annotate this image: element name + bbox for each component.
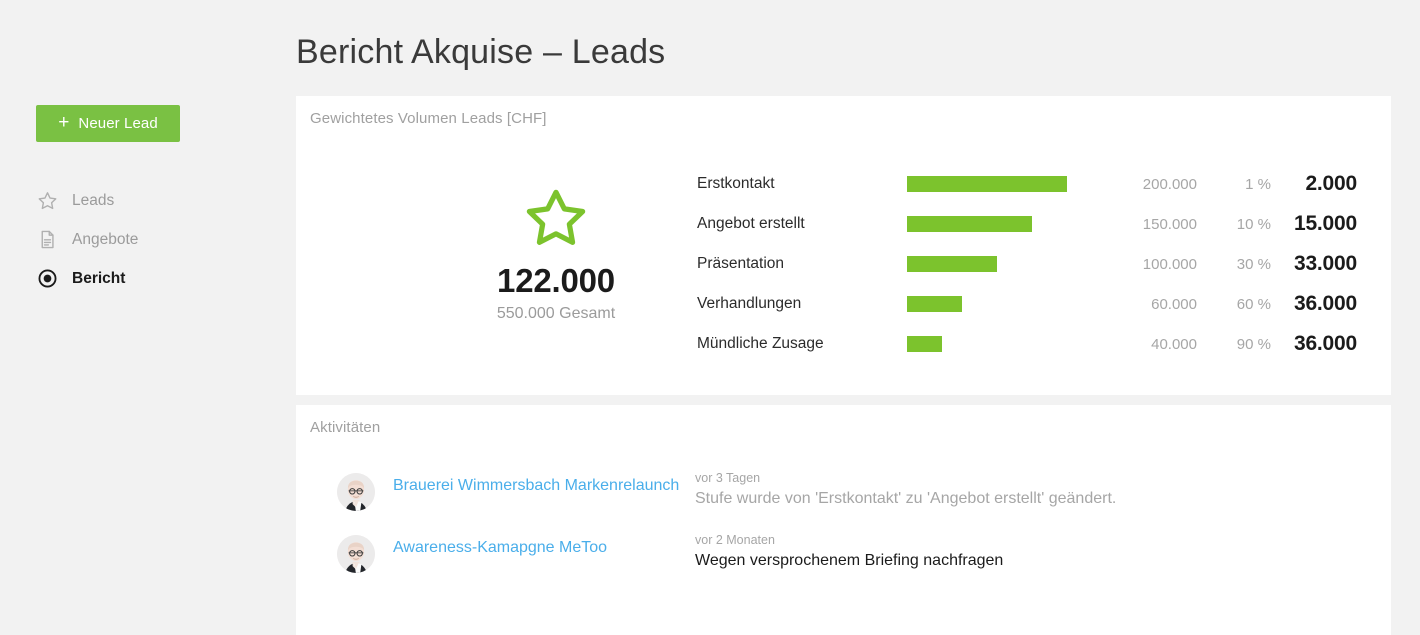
activity-row: Awareness-Kamapgne MeToo vor 2 Monaten Weg… [337,530,1377,592]
funnel-weighted-value: 15.000 [1293,212,1357,235]
funnel-bar [907,336,942,352]
star-icon [36,190,58,212]
funnel-volume-value: 150.000 [1142,215,1197,233]
kpi-total: 550.000 Gesamt [496,305,616,322]
new-lead-button[interactable]: + Neuer Lead [36,105,180,142]
new-lead-button-label: Neuer Lead [78,115,158,132]
funnel-stage-label: Erstkontakt [697,175,775,192]
funnel-weighted-value: 36.000 [1293,292,1357,315]
funnel-row: Mündliche Zusage 40.000 90 % 36.000 [697,324,1357,364]
sidebar: + Neuer Lead Leads Angebote Bericht [0,0,296,600]
activity-text: Wegen versprochenem Briefing nachfragen [695,552,1004,569]
activity-detail: vor 3 Tagen Stufe wurde von 'Erstkontakt'… [695,468,1377,510]
sidebar-item-label: Leads [72,191,115,209]
plus-icon: + [58,112,70,133]
funnel-weighted-value: 36.000 [1293,332,1357,355]
funnel-row: Verhandlungen 60.000 60 % 36.000 [697,284,1357,324]
funnel-percent-value: 10 % [1236,215,1271,233]
activity-detail: vor 2 Monaten Wegen versprochenem Briefin… [695,530,1377,572]
activity-timestamp: vor 3 Tagen [695,471,761,485]
star-outline-icon [406,186,706,248]
funnel-percent-value: 30 % [1236,255,1271,273]
funnel-row: Erstkontakt 200.000 1 % 2.000 [697,164,1357,204]
sidebar-item-leads[interactable]: Leads [36,181,266,220]
activity-row: Brauerei Wimmersbach Markenrelaunch vor 3… [337,468,1377,530]
activity-list: Brauerei Wimmersbach Markenrelaunch vor 3… [337,468,1377,592]
funnel-percent-value: 90 % [1236,335,1271,353]
funnel-volume-value: 100.000 [1142,255,1197,273]
funnel-volume-value: 200.000 [1142,175,1197,193]
activity-text: Stufe wurde von 'Erstkontakt' zu 'Angebo… [695,490,1117,507]
funnel-percent-value: 1 % [1245,175,1271,193]
funnel-chart: Erstkontakt 200.000 1 % 2.000 Angebot erstel… [697,164,1357,364]
sidebar-item-label: Bericht [72,269,126,287]
funnel-row: Präsentation 100.000 30 % 33.000 [697,244,1357,284]
funnel-bar-track [907,256,1092,272]
funnel-weighted-value: 2.000 [1305,172,1357,195]
sidebar-item-bericht[interactable]: Bericht [36,259,266,298]
kpi-card-title: Gewichtetes Volumen Leads [CHF] [310,110,547,127]
sidebar-nav: Leads Angebote Bericht [36,181,266,298]
funnel-bar-track [907,296,1092,312]
funnel-bar [907,216,1032,232]
funnel-stage-label: Präsentation [697,255,785,272]
funnel-stage-label: Angebot erstellt [697,215,805,232]
kpi-card: Gewichtetes Volumen Leads [CHF] 122.000 … [296,96,1391,395]
kpi-summary: 122.000 550.000 Gesamt [406,186,706,323]
activities-card: Aktivitäten Brauerei Wimmersbach Markenr… [296,405,1391,635]
funnel-stage-label: Mündliche Zusage [697,335,824,352]
funnel-bar [907,176,1067,192]
page-title: Bericht Akquise – Leads [296,33,666,71]
main-content: Bericht Akquise – Leads Gewichtetes Volu… [296,0,1420,635]
funnel-bar-track [907,336,1092,352]
avatar-illustration [337,473,375,511]
activity-link[interactable]: Awareness-Kamapgne MeToo [393,539,695,557]
funnel-volume-value: 60.000 [1151,295,1197,313]
document-icon [36,229,58,251]
avatar [337,535,375,573]
funnel-row: Angebot erstellt 150.000 10 % 15.000 [697,204,1357,244]
funnel-bar-track [907,176,1092,192]
funnel-volume-value: 40.000 [1151,335,1197,353]
funnel-weighted-value: 33.000 [1293,252,1357,275]
avatar [337,473,375,511]
sidebar-item-label: Angebote [72,230,139,248]
funnel-bar [907,296,962,312]
activities-card-title: Aktivitäten [310,419,381,436]
funnel-bar [907,256,997,272]
kpi-value: 122.000 [497,262,615,299]
funnel-bar-track [907,216,1092,232]
funnel-stage-label: Verhandlungen [697,295,802,312]
sidebar-item-angebote[interactable]: Angebote [36,220,266,259]
activity-timestamp: vor 2 Monaten [695,533,775,547]
funnel-percent-value: 60 % [1236,295,1271,313]
activity-link[interactable]: Brauerei Wimmersbach Markenrelaunch [393,477,695,495]
avatar-illustration [337,535,375,573]
target-icon [36,268,58,290]
